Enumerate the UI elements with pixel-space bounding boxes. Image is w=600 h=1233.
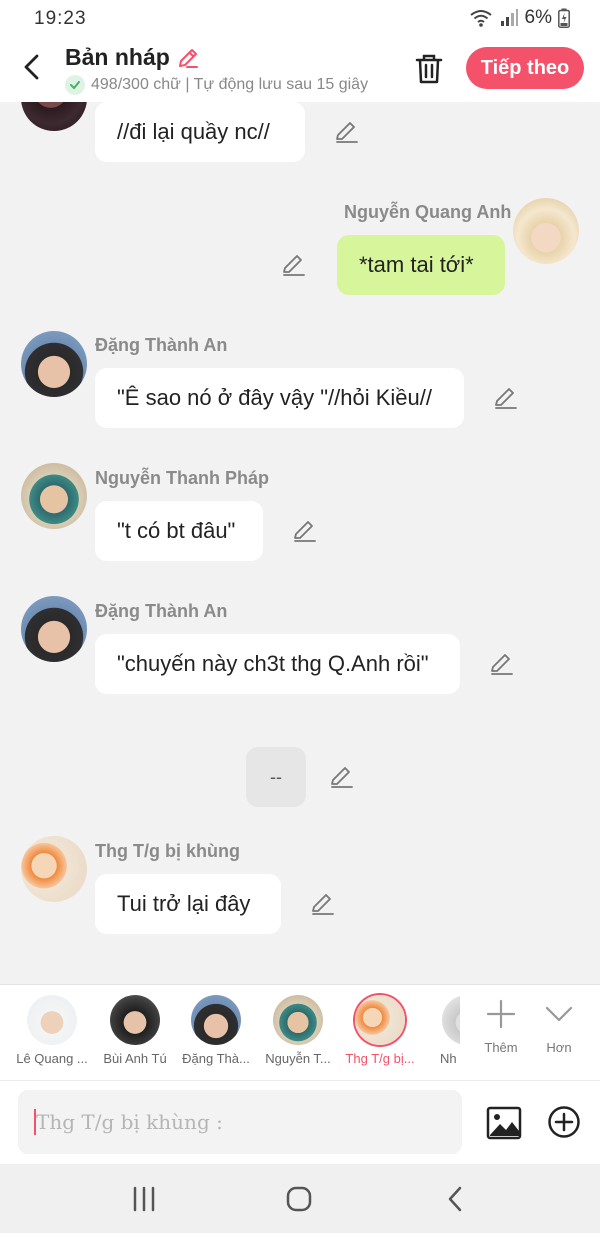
battery-percent: 6% [524,7,552,28]
edit-pencil-icon[interactable] [334,119,360,145]
chevron-down-icon [545,1006,573,1022]
avatar [21,836,87,902]
character-picker: Lê Quang ... Bùi Anh Tú Đặng Thà... Nguy… [0,984,600,1080]
more-button[interactable]: Hơn [534,999,584,1055]
edit-pencil-icon[interactable] [281,252,307,278]
more-label: Hơn [546,1040,572,1055]
text-caret [34,1109,36,1135]
avatar [21,102,87,131]
message-bubble[interactable]: "chuyến này ch3t thg Q.Anh rồi" [95,634,460,694]
status-bar: 19:23 6% [0,0,600,36]
message-input[interactable] [18,1090,462,1154]
page-title-text: Bản nháp [65,44,170,70]
system-nav-bar [0,1164,600,1233]
message-bubble[interactable]: "Ê sao nó ở đây vậy "//hỏi Kiều// [95,368,464,428]
edit-pencil-icon[interactable] [489,651,515,677]
sender-name: Nguyễn Quang Anh [344,202,512,222]
avatar [21,463,87,529]
character-item[interactable]: Nh [424,995,460,1066]
narration-bubble[interactable]: -- [246,747,306,807]
status-indicators: 6% [469,7,570,29]
avatar [21,331,87,397]
character-avatar [442,995,460,1045]
sender-name: Thg T/g bị khùng [95,841,240,861]
character-avatar [191,995,241,1045]
character-name: Lê Quang ... [16,1051,88,1066]
message-bubble[interactable]: *tam tai tới* [337,235,505,295]
trash-icon[interactable] [412,52,446,86]
avatar [21,596,87,662]
character-name: Thg T/g bị... [345,1051,415,1066]
add-circle-icon[interactable] [547,1105,581,1139]
character-avatar [355,995,405,1045]
character-name: Nh [440,1051,457,1066]
avatar [513,198,579,264]
character-item[interactable]: Đặng Thà... [177,995,255,1066]
message-bubble[interactable]: "t có bt đâu" [95,501,263,561]
check-icon [65,75,85,95]
autosave-status: 498/300 chữ | Tự động lưu sau 15 giây [65,74,390,96]
next-button[interactable]: Tiếp theo [466,47,584,89]
message-bubble[interactable]: Tui trở lại đây [95,874,281,934]
character-avatar [110,995,160,1045]
edit-pencil-icon[interactable] [310,891,336,917]
status-time: 19:23 [34,8,87,29]
message-bubble[interactable]: //đi lại quầy nc// [95,102,305,162]
back-arrow-icon[interactable] [18,52,48,82]
character-item-selected[interactable]: Thg T/g bị... [341,995,419,1066]
back-icon[interactable] [436,1184,476,1214]
pencil-icon[interactable] [176,46,200,70]
page-title: Bản nháp [65,44,200,71]
character-name: Nguyễn T... [265,1051,331,1066]
character-item[interactable]: Nguyễn T... [259,995,337,1066]
character-item[interactable]: Lê Quang ... [13,995,91,1066]
home-icon[interactable] [279,1184,319,1214]
signal-icon [500,9,518,26]
editor-header: Bản nháp 498/300 chữ | Tự động lưu sau 1… [0,36,600,102]
add-character-button[interactable]: Thêm [476,999,526,1055]
recent-apps-icon[interactable] [124,1184,164,1214]
sender-name: Đặng Thành An [95,601,228,621]
sender-name: Đặng Thành An [95,335,228,355]
chat-area: //đi lại quầy nc// Nguyễn Quang Anh *tam… [0,102,600,984]
edit-pencil-icon[interactable] [292,518,318,544]
add-label: Thêm [484,1040,518,1055]
character-avatar [273,995,323,1045]
character-name: Bùi Anh Tú [103,1051,167,1066]
plus-icon [486,999,516,1029]
image-icon[interactable] [486,1105,522,1141]
wifi-icon [469,10,492,27]
character-avatar [27,995,77,1045]
edit-pencil-icon[interactable] [329,764,355,790]
edit-pencil-icon[interactable] [493,385,519,411]
message-composer [0,1080,600,1164]
character-name: Đặng Thà... [182,1051,250,1066]
battery-icon [558,8,570,28]
character-item[interactable]: Bùi Anh Tú [96,995,174,1066]
sender-name: Nguyễn Thanh Pháp [95,468,270,488]
word-count-text: 498/300 chữ | Tự động lưu sau 15 giây [91,76,369,93]
